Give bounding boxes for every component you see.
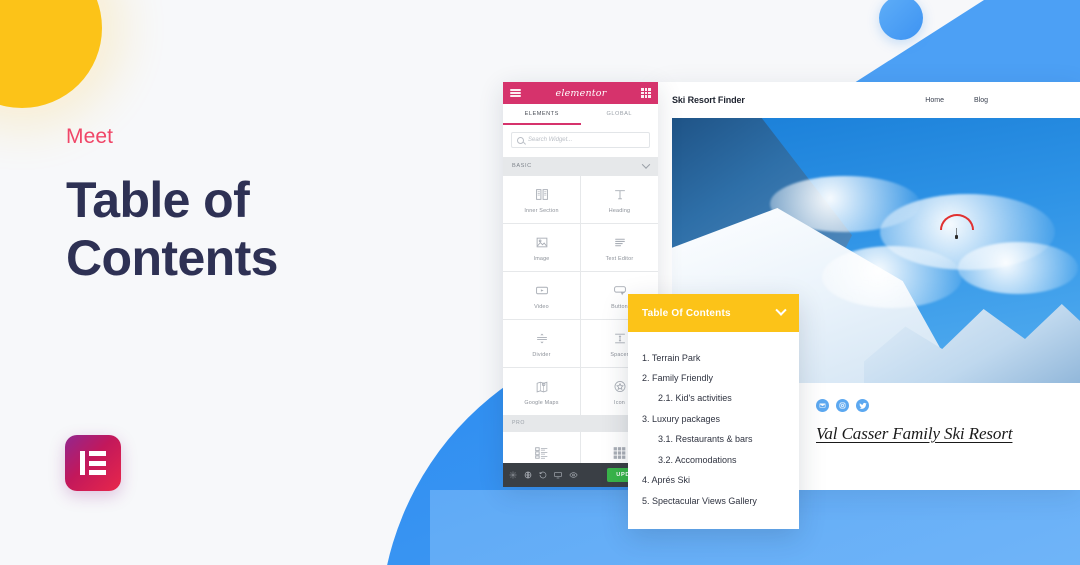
widget-label: Heading (608, 208, 631, 214)
preview-eye-icon[interactable] (569, 471, 578, 479)
hero-text-block: Meet Table of Contents (66, 124, 278, 287)
responsive-mode-icon[interactable] (554, 471, 562, 479)
widget-label: Icon (614, 400, 625, 406)
decor-blue-wedge (840, 0, 1080, 92)
spacer-icon (613, 329, 627, 347)
widget-image[interactable]: Image (503, 224, 580, 271)
toc-item[interactable]: 4. Aprés Ski (628, 471, 799, 491)
widget-label: Button (611, 304, 628, 310)
photo-cloud (958, 242, 1078, 294)
widget-label: Image (533, 256, 550, 262)
history-icon[interactable] (539, 471, 547, 479)
gallery-grid-icon (612, 444, 627, 462)
instagram-icon[interactable] (836, 399, 849, 412)
columns-icon (535, 185, 549, 203)
decor-yellow-circle (0, 0, 102, 108)
paraglider-icon (940, 214, 974, 240)
widget-google-maps[interactable]: Google Maps (503, 368, 580, 415)
text-lines-icon (613, 233, 627, 251)
image-icon (535, 233, 549, 251)
elementor-logo-badge (65, 435, 121, 491)
editor-titlebar: elementor (503, 82, 658, 104)
twitter-icon[interactable] (856, 399, 869, 412)
editor-tabs: ELEMENTS GLOBAL (503, 104, 658, 125)
resort-title: Val Casser Family Ski Resort (816, 424, 1013, 443)
toc-item[interactable]: 3.2. Accomodations (628, 450, 799, 470)
category-label: BASIC (512, 163, 532, 169)
chevron-down-icon (641, 160, 651, 169)
table-of-contents-widget: Table Of Contents 1. Terrain Park 2. Fam… (628, 294, 799, 529)
toc-item[interactable]: 1. Terrain Park (628, 348, 799, 368)
elementor-e-icon (80, 451, 106, 475)
widget-text-editor[interactable]: Text Editor (581, 224, 658, 271)
button-icon (613, 281, 627, 299)
hamburger-menu-icon[interactable] (510, 89, 521, 97)
nav-link-home[interactable]: Home (925, 97, 944, 104)
heading-t-icon (613, 185, 627, 203)
widget-heading[interactable]: Heading (581, 176, 658, 223)
page-title: Table of Contents (66, 171, 278, 287)
hero-title-line-1: Table of (66, 172, 250, 229)
widget-label: Video (534, 304, 549, 310)
toc-item[interactable]: 3.1. Restaurants & bars (628, 430, 799, 450)
widget-video[interactable]: Video (503, 272, 580, 319)
toc-item[interactable]: 2. Family Friendly (628, 368, 799, 388)
widget-category-basic[interactable]: BASIC (503, 157, 658, 175)
search-icon (517, 136, 524, 144)
widget-label: Text Editor (605, 256, 634, 262)
search-placeholder: Search Widget... (528, 137, 573, 143)
toc-header[interactable]: Table Of Contents (628, 294, 799, 332)
tab-elements[interactable]: ELEMENTS (503, 104, 581, 125)
elementor-wordmark: elementor (555, 87, 607, 99)
toc-title: Table Of Contents (642, 307, 731, 319)
widget-search-area: Search Widget... (503, 125, 658, 157)
divider-icon (535, 329, 549, 347)
social-links (816, 399, 1080, 412)
tab-global[interactable]: GLOBAL (581, 104, 659, 125)
hero-kicker: Meet (66, 125, 114, 148)
site-brand: Ski Resort Finder (672, 95, 745, 105)
toc-item[interactable]: 5. Spectacular Views Gallery (628, 491, 799, 511)
nav-link-blog[interactable]: Blog (974, 97, 988, 104)
posts-list-icon (534, 444, 549, 462)
toc-item[interactable]: 2.1. Kid's activities (628, 389, 799, 409)
toc-item[interactable]: 3. Luxury packages (628, 409, 799, 429)
search-input[interactable]: Search Widget... (511, 132, 650, 148)
hero-title-line-2: Contents (66, 230, 278, 287)
globe-icon[interactable] (524, 471, 532, 479)
widget-label: Google Maps (524, 400, 559, 406)
photo-cloud (822, 246, 962, 308)
widget-divider[interactable]: Divider (503, 320, 580, 367)
widget-posts[interactable] (503, 432, 580, 463)
widget-inner-section[interactable]: Inner Section (503, 176, 580, 223)
widget-label: Spacer (610, 352, 629, 358)
map-pin-icon (535, 377, 549, 395)
video-play-icon (535, 281, 549, 299)
star-circle-icon (613, 377, 627, 395)
chevron-down-icon[interactable] (775, 304, 787, 316)
widget-label: Divider (532, 352, 551, 358)
widget-label: Inner Section (524, 208, 559, 214)
pro-label: PRO (512, 420, 526, 426)
facebook-icon[interactable] (816, 399, 829, 412)
grid-view-icon[interactable] (640, 88, 651, 98)
settings-gear-icon[interactable] (509, 471, 517, 479)
toc-list: 1. Terrain Park 2. Family Friendly 2.1. … (628, 332, 799, 529)
site-nav-links: Home Blog (925, 97, 1080, 104)
decor-blue-dot (879, 0, 923, 40)
site-header: Ski Resort Finder Home Blog (658, 82, 1080, 118)
